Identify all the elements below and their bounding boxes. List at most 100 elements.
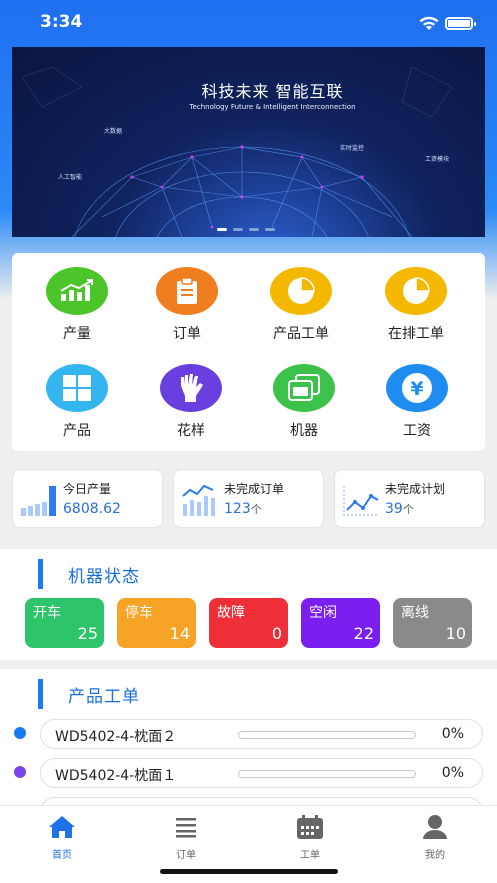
stat-card-unfinished-orders[interactable]: 未完成订单 123个 [173,469,324,528]
stat-title: 今日产量 [63,482,112,496]
machine-status-label: 停车 [125,605,153,621]
menu-item-machines[interactable]: 机器 [245,364,363,440]
section-title: 产品工单 [68,686,140,707]
home-icon [47,814,77,840]
window-icon [273,364,335,412]
machine-status-idle[interactable]: 空闲 22 [301,598,380,648]
menu-item-label: 产量 [63,326,91,342]
machine-status-count: 25 [77,624,98,643]
stat-card-today-output[interactable]: 今日产量 6808.62 [12,469,163,528]
tab-work-orders[interactable]: 工单 [270,814,350,861]
menu-item-label: 产品工单 [273,326,329,342]
menu-item-patterns[interactable]: 花样 [132,364,250,440]
stat-title: 未完成订单 [224,482,285,496]
rising-bar-icon [21,486,56,516]
machine-status-label: 空闲 [309,605,337,621]
banner-label: 实时监控 [340,145,365,152]
home-indicator [160,869,338,874]
section-accent-bar [38,559,43,589]
tab-label: 工单 [300,850,320,861]
menu-item-label: 订单 [173,326,201,342]
tab-mine[interactable]: 我的 [395,814,475,861]
menu-item-product-orders[interactable]: 产品工单 [242,267,360,343]
wifi-icon [419,16,439,30]
stat-value: 123个 [224,501,262,517]
progress-percent: 0% [441,726,464,742]
tab-label: 我的 [425,850,445,861]
tab-home[interactable]: 首页 [22,814,102,861]
machine-status-count: 10 [445,624,466,643]
machine-status-count: 22 [353,624,374,643]
product-order-name: WD5402-4-枕面２ [55,729,177,745]
network-globe-graphic [21,66,453,237]
machine-status-label: 离线 [401,605,429,621]
user-icon [420,814,450,840]
line-chart-icon [343,486,379,516]
machine-status-stopped[interactable]: 停车 14 [117,598,196,648]
machine-status-offline[interactable]: 离线 10 [393,598,472,648]
product-order-row[interactable]: WD5402-4-枕面２ 0% [0,719,497,749]
machine-status-label: 故障 [217,605,245,621]
menu-item-label: 机器 [290,423,318,439]
banner-label: 人工智能 [58,174,83,181]
yen-icon: ¥ [386,364,448,412]
menu-item-output[interactable]: 产量 [18,267,136,343]
menu-item-label: 在排工单 [388,326,444,342]
carousel-dot[interactable] [265,228,275,231]
banner-title: 科技未来 智能互联 [201,82,344,101]
tab-orders[interactable]: 订单 [146,814,226,861]
machine-status-count: 0 [271,624,282,643]
order-dot-icon [14,766,26,778]
progress-bar [238,731,416,739]
section-header: 机器状态 [38,559,140,589]
list-icon [171,814,201,840]
section-header: 产品工单 [38,679,140,709]
carousel-indicator[interactable] [217,228,275,231]
grid-icon [46,364,108,412]
trend-bar-icon [182,484,215,516]
stat-value: 39个 [385,501,414,517]
product-order-row[interactable]: WD5402-4-枕面１ 0% [0,758,497,788]
menu-item-scheduled-orders[interactable]: 在排工单 [357,267,475,343]
banner-label: 大数据 [104,128,123,135]
tab-label: 订单 [176,850,196,861]
product-order-name: WD5402-4-枕面１ [55,768,177,784]
machine-status-running[interactable]: 开车 25 [25,598,104,648]
menu-item-products[interactable]: 产品 [18,364,136,440]
stat-title: 未完成计划 [385,482,446,496]
banner-carousel[interactable]: 科技未来 智能互联 Technology Future & Intelligen… [12,47,485,237]
svg-text:¥: ¥ [410,378,423,400]
pie-chart-icon [385,267,447,315]
carousel-dot[interactable] [249,228,259,231]
calendar-icon [295,814,325,840]
status-time: 3:34 [40,12,83,32]
product-order-pill[interactable]: WD5402-4-枕面２ 0% [40,719,483,749]
menu-item-wages[interactable]: ¥ 工资 [358,364,476,440]
clipboard-icon [156,267,218,315]
order-dot-icon [14,727,26,739]
menu-item-label: 工资 [403,423,431,439]
machine-status-fault[interactable]: 故障 0 [209,598,288,648]
battery-icon [445,17,476,30]
tab-label: 首页 [52,850,72,861]
stat-card-unfinished-plans[interactable]: 未完成计划 39个 [334,469,485,528]
machine-status-label: 开车 [33,605,61,621]
product-order-pill[interactable]: WD5402-4-枕面１ 0% [40,758,483,788]
carousel-dot[interactable] [217,228,227,231]
bar-chart-icon [46,267,108,315]
progress-percent: 0% [441,765,464,781]
menu-item-label: 产品 [63,423,91,439]
menu-item-label: 花样 [177,423,205,439]
banner-label: 工资模块 [425,156,450,163]
section-accent-bar [38,679,43,709]
menu-grid: 产量 订单 产品工单 在排工单 产品 花样 机器 ¥ 工资 [12,253,485,451]
stat-value: 6808.62 [63,501,121,517]
banner-subtitle: Technology Future & Intelligent Intercon… [189,103,356,111]
progress-bar [238,770,416,778]
section-title: 机器状态 [68,566,140,587]
glove-icon [160,364,222,412]
pie-chart-icon [270,267,332,315]
status-bar: 3:34 [0,0,497,46]
menu-item-orders[interactable]: 订单 [128,267,246,343]
carousel-dot[interactable] [233,228,243,231]
